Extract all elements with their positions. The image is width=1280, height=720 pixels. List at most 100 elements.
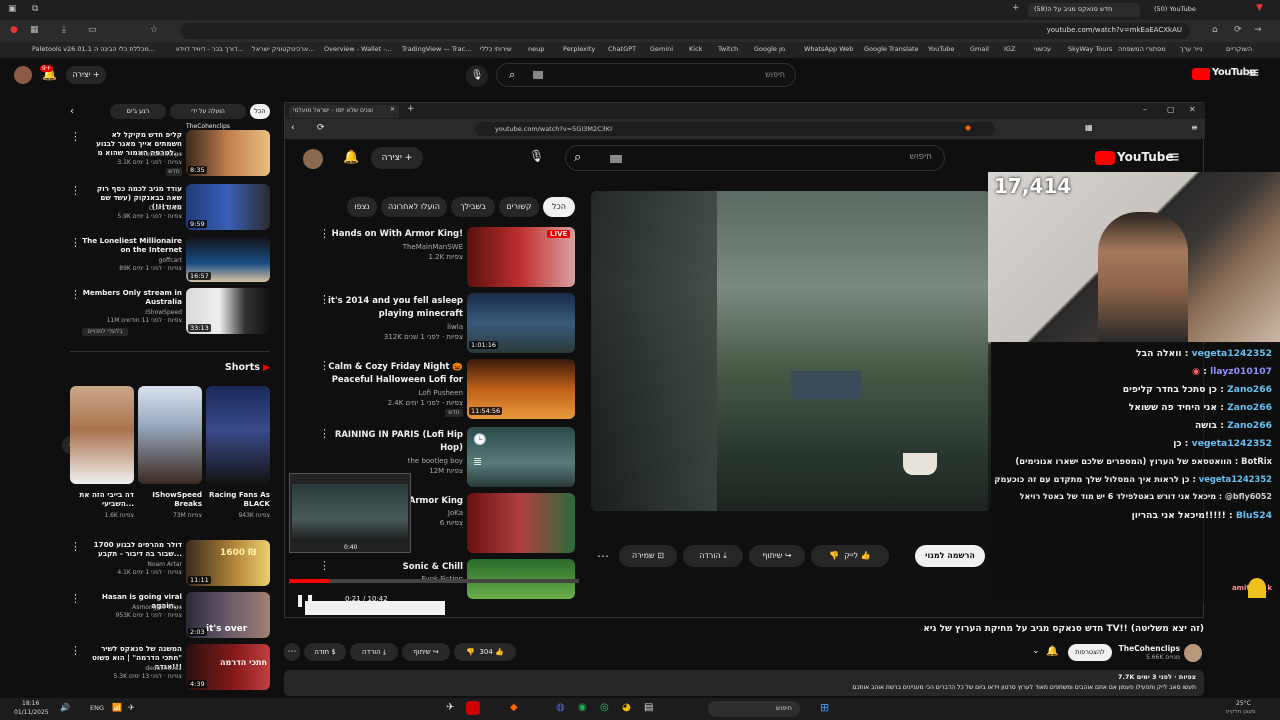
minimize-icon[interactable]: –: [1143, 105, 1147, 114]
more-options-icon[interactable]: ⋮: [70, 644, 81, 657]
app-red-icon[interactable]: [466, 701, 480, 715]
bookmark-item[interactable]: השוקריים: [1226, 45, 1252, 53]
subscribe-button[interactable]: הרשמה למנוי: [915, 545, 985, 567]
video-channel[interactable]: TheMainManSWE: [325, 243, 463, 251]
menu-icon[interactable]: ≡: [1191, 123, 1198, 132]
save-button[interactable]: שמירה ⊡: [619, 545, 677, 567]
chip-scroll-left-icon[interactable]: ‹: [70, 106, 74, 117]
chevron-down-icon[interactable]: ⌄: [1032, 646, 1040, 656]
bookmark-item[interactable]: ארכיטקטוניק ישראל...: [252, 45, 314, 53]
chip-all[interactable]: הכל: [250, 104, 270, 119]
short-item[interactable]: IShowSpeed Breaks 73M צפיות: [138, 386, 202, 522]
list-item[interactable]: 16:57 The Loneliest Millionaire on the I…: [70, 236, 270, 282]
bookmark-star-icon[interactable]: ☆: [150, 25, 158, 35]
chip-uploader[interactable]: הועלה על ידי TheCohenclips: [170, 104, 246, 130]
share-button[interactable]: שיתוף ↪: [749, 545, 805, 567]
chip-all[interactable]: הכל: [543, 197, 575, 217]
chip-for-you[interactable]: בשבילך: [451, 197, 495, 217]
short-item[interactable]: Racing Fans As BLACK 943K צפיות: [206, 386, 270, 522]
bell-icon[interactable]: 🔔: [1046, 646, 1058, 657]
bookmark-item[interactable]: Google Translate: [864, 45, 919, 53]
bookmark-item[interactable]: Twitch: [718, 45, 738, 53]
windows-start-icon[interactable]: ⊞: [820, 701, 829, 714]
youtube-logo[interactable]: YouTube: [1192, 67, 1256, 81]
reload-icon[interactable]: ⟳: [317, 123, 325, 133]
video-channel[interactable]: Asmongold Clips: [82, 604, 182, 612]
short-title[interactable]: Racing Fans As BLACK: [206, 490, 270, 508]
home-icon[interactable]: ⌂: [1212, 25, 1218, 35]
keyboard-icon[interactable]: [610, 155, 622, 163]
app-explorer-icon[interactable]: ▤: [644, 702, 653, 713]
video-title[interactable]: Hands on With Armor King!: [325, 229, 463, 240]
app-spotify-icon[interactable]: ◉: [578, 702, 587, 713]
description-box[interactable]: 7.7K צפיות · לפני 3 ימים תעשו סאב לייק ו…: [284, 670, 1204, 696]
download-button[interactable]: הורדה ⤓: [683, 545, 743, 567]
inner-search-icon[interactable]: ⌕: [574, 150, 581, 165]
inner-tab[interactable]: וצנים שלא יזסו - ישראל מועלמי ✕: [289, 105, 399, 118]
video-title[interactable]: Sonic & Chill: [325, 561, 463, 574]
video-thumbnail[interactable]: [467, 493, 575, 553]
bookmark-item[interactable]: neup: [528, 45, 544, 53]
list-item[interactable]: חתכי הדרמה 4:39 המשנה של סנאקס לשיר "חתכ…: [70, 644, 270, 690]
channel-name[interactable]: TheCohenclips: [1100, 644, 1180, 653]
list-item[interactable]: LIVE Hands on With Armor King! TheMainMa…: [315, 227, 575, 287]
list-item[interactable]: 8:35 קליפ חדש מקיקל לא חשמתים אייך מאגר …: [70, 130, 270, 176]
bookmark-item[interactable]: Overview - Wallet -...: [324, 45, 392, 53]
inner-bell-icon[interactable]: 🔔: [343, 150, 359, 165]
like-dislike-button[interactable]: 👎 304 👍: [454, 643, 516, 661]
more-options-icon[interactable]: ⋮: [319, 293, 330, 306]
bookmark-item[interactable]: Perplexity: [563, 45, 595, 53]
add-to-queue-icon[interactable]: ≣: [473, 455, 482, 468]
wifi-icon[interactable]: 📶: [112, 703, 122, 712]
search-input[interactable]: ⌕ חיפוש: [496, 63, 796, 87]
video-channel[interactable]: CLIPS 9.V.0: [82, 205, 182, 213]
back-icon[interactable]: ‹: [291, 123, 295, 133]
video-channel[interactable]: Lofi Pusheen: [325, 389, 463, 397]
app-discord-icon[interactable]: ◍: [556, 702, 565, 713]
more-options-icon[interactable]: ⋮: [70, 288, 81, 301]
chip-gym[interactable]: רגע ג'ים: [110, 104, 166, 119]
brave-shield-icon[interactable]: ◆: [965, 123, 971, 132]
hamburger-menu-icon[interactable]: ≡: [1248, 65, 1260, 81]
video-channel[interactable]: TheCohenclips: [82, 151, 182, 159]
close-icon[interactable]: ✕: [390, 106, 395, 113]
bookmark-item[interactable]: שירותי כללי: [480, 45, 512, 53]
bookmark-item[interactable]: מכללת כלי הבינה ה...: [94, 45, 155, 53]
bookmark-item[interactable]: TradingView — Trac...: [402, 45, 471, 53]
bookmark-item[interactable]: YouTube: [928, 45, 954, 53]
window-menu-icon[interactable]: ▣: [8, 4, 17, 14]
main-video[interactable]: [591, 191, 991, 511]
inner-hamburger-icon[interactable]: ≡: [1167, 147, 1180, 166]
bookmark-item[interactable]: ChatGPT: [608, 45, 636, 53]
avatar[interactable]: [14, 66, 32, 84]
watch-later-icon[interactable]: 🕒: [473, 433, 487, 446]
tab-active[interactable]: חדש סנאקס מגיב על ה(58): [1028, 3, 1140, 17]
close-window-icon[interactable]: ✕: [1189, 105, 1196, 114]
bookmark-item[interactable]: Gmail: [970, 45, 989, 53]
bookmark-item[interactable]: Gemini: [650, 45, 673, 53]
tab-list-icon[interactable]: ⧉: [32, 4, 38, 14]
new-tab-icon[interactable]: +: [407, 104, 415, 114]
extension-icon[interactable]: ▦: [30, 25, 39, 35]
download-icon[interactable]: ⤓: [62, 25, 66, 35]
thanks-button[interactable]: תודה $: [304, 643, 346, 661]
bookmark-item[interactable]: דורך בכר - דיוויד דוידוו...: [176, 45, 244, 53]
more-options-icon[interactable]: ⋮: [70, 130, 81, 143]
inner-search-input[interactable]: ⌕ חיפוש: [565, 145, 945, 171]
inner-youtube-logo[interactable]: YouTube: [1095, 150, 1174, 166]
more-options-icon[interactable]: ⋮: [70, 592, 81, 605]
forward-icon[interactable]: →: [1254, 25, 1262, 35]
list-item[interactable]: 11:54:56 Calm & Cozy Friday Night 🎃 Peac…: [315, 359, 575, 419]
maximize-icon[interactable]: ▢: [1167, 105, 1175, 114]
download-button[interactable]: הורדה ⤓: [350, 643, 398, 661]
inner-create-button[interactable]: יצירה +: [371, 147, 423, 169]
short-title[interactable]: IShowSpeed Breaks: [138, 490, 202, 508]
create-button[interactable]: יצירה +: [66, 66, 106, 84]
bookmark-item[interactable]: Paletools v26.01.1: [32, 45, 92, 53]
more-options-icon[interactable]: ⋮: [70, 540, 81, 553]
inner-avatar[interactable]: [303, 149, 323, 169]
video-title[interactable]: The Loneliest Millionaire on the Interne…: [82, 236, 182, 254]
short-thumbnail[interactable]: [206, 386, 270, 484]
bookmark-item[interactable]: WhatsApp Web: [804, 45, 853, 53]
telegram-icon[interactable]: ✈: [128, 703, 135, 712]
